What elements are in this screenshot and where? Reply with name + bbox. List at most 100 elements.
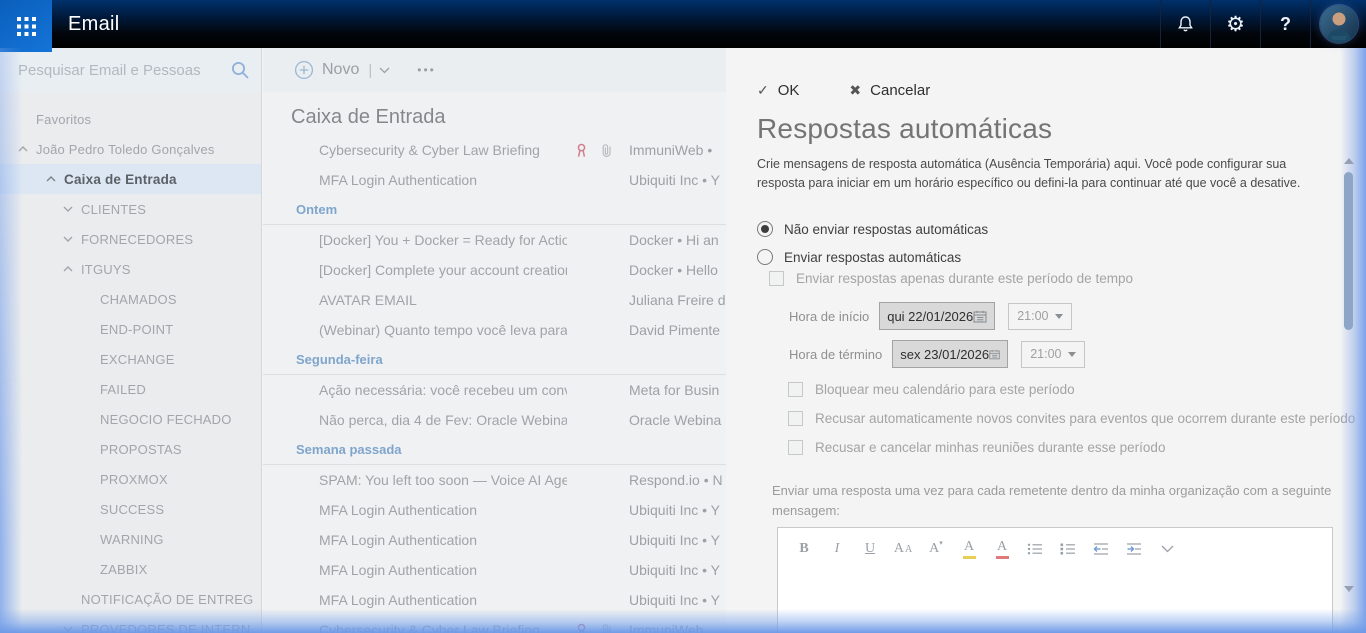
end-date-picker[interactable]: sex 23/01/2026 bbox=[892, 340, 1008, 368]
cancel-button[interactable]: ✖ Cancelar bbox=[849, 82, 930, 99]
folder-chevron-icon[interactable] bbox=[18, 146, 28, 152]
italic-button[interactable]: I bbox=[825, 537, 849, 561]
folder-item[interactable]: Caixa de Entrada bbox=[0, 164, 261, 194]
email-row[interactable]: (Webinar) Quanto tempo você leva para pe… bbox=[263, 315, 726, 345]
email-sender-preview: Ubiquiti Inc • Y bbox=[629, 562, 726, 578]
email-row[interactable]: MFA Login Authentication Ubiquiti Inc • … bbox=[263, 495, 726, 525]
folder-item[interactable]: PROPOSTAS bbox=[0, 434, 261, 464]
email-row[interactable]: Ação necessária: você recebeu um convite… bbox=[263, 375, 726, 405]
checkbox-decline-invites[interactable]: Recusar automaticamente novos convites p… bbox=[788, 411, 1366, 426]
folder-item[interactable]: SUCCESS bbox=[0, 494, 261, 524]
scroll-down-arrow[interactable] bbox=[1344, 586, 1354, 592]
email-row[interactable]: [Docker] Complete your account creation … bbox=[263, 255, 726, 285]
more-commands-button[interactable]: ••• bbox=[417, 63, 436, 77]
folder-item[interactable]: PROXMOX bbox=[0, 464, 261, 494]
highlight-button[interactable]: A bbox=[957, 537, 981, 561]
checkbox-send-period[interactable]: Enviar respostas apenas durante este per… bbox=[769, 271, 1366, 286]
folder-item[interactable]: CLIENTES bbox=[0, 194, 261, 224]
email-row[interactable]: SPAM: You left too soon — Voice AI Agent… bbox=[263, 465, 726, 495]
email-row[interactable]: Cybersecurity & Cyber Law Briefing Immun… bbox=[263, 615, 726, 633]
font-color-button[interactable]: A bbox=[990, 537, 1014, 561]
checkbox-decline-label: Recusar automaticamente novos convites p… bbox=[815, 411, 1355, 426]
start-time-dropdown[interactable]: 21:00 bbox=[1008, 303, 1072, 330]
checkbox-cancel-meetings[interactable]: Recusar e cancelar minhas reuniões duran… bbox=[788, 440, 1366, 455]
checkbox-icon[interactable] bbox=[788, 411, 803, 426]
checkbox-icon[interactable] bbox=[788, 382, 803, 397]
question-icon: ? bbox=[1280, 14, 1291, 35]
checkbox-icon[interactable] bbox=[769, 271, 784, 286]
radio-no-auto-replies[interactable]: Não enviar respostas automáticas bbox=[757, 221, 1366, 237]
scrollbar-thumb[interactable] bbox=[1344, 172, 1353, 330]
folder-chevron-icon[interactable] bbox=[63, 626, 73, 632]
bold-button[interactable]: B bbox=[792, 537, 816, 561]
start-date-picker[interactable]: qui 22/01/2026 bbox=[879, 302, 995, 330]
folder-item[interactable]: NEGOCIO FECHADO bbox=[0, 404, 261, 434]
folder-item[interactable]: ITGUYS bbox=[0, 254, 261, 284]
radio-selected-icon[interactable] bbox=[757, 221, 773, 237]
font-button[interactable]: AA bbox=[891, 537, 915, 561]
radio-unselected-icon[interactable] bbox=[757, 249, 773, 265]
folder-item[interactable]: EXCHANGE bbox=[0, 344, 261, 374]
new-message-button[interactable]: Novo bbox=[294, 60, 359, 80]
email-sender-preview: ImmuniWeb • bbox=[629, 142, 726, 158]
search-button[interactable] bbox=[229, 60, 251, 82]
bullets-button[interactable] bbox=[1023, 537, 1047, 561]
email-flags bbox=[567, 593, 629, 608]
email-row[interactable]: [Docker] You + Docker = Ready for Action… bbox=[263, 225, 726, 255]
email-row[interactable]: AVATAR EMAIL Juliana Freire d bbox=[263, 285, 726, 315]
date-group-header[interactable]: Ontem bbox=[263, 195, 726, 225]
help-button[interactable]: ? bbox=[1261, 0, 1310, 48]
email-flags bbox=[567, 533, 629, 548]
folder-item[interactable]: CHAMADOS bbox=[0, 284, 261, 314]
numbering-button[interactable] bbox=[1056, 537, 1080, 561]
folder-item[interactable]: FAILED bbox=[0, 374, 261, 404]
account-avatar-button[interactable] bbox=[1311, 0, 1366, 48]
indent-button[interactable] bbox=[1122, 537, 1146, 561]
email-subject: MFA Login Authentication bbox=[319, 532, 567, 548]
folder-item[interactable]: João Pedro Toledo Gonçalves bbox=[0, 134, 261, 164]
folder-chevron-icon[interactable] bbox=[63, 206, 73, 212]
folder-item[interactable]: NOTIFICAÇÃO DE ENTREG bbox=[0, 584, 261, 614]
folder-item[interactable]: ZABBIX bbox=[0, 554, 261, 584]
folder-chevron-icon[interactable] bbox=[63, 266, 73, 272]
gear-icon: ⚙ bbox=[1226, 12, 1245, 37]
app-title: Email bbox=[68, 0, 120, 48]
folder-chevron-icon[interactable] bbox=[63, 236, 73, 242]
reply-message-label: Enviar uma resposta uma vez para cada re… bbox=[772, 481, 1332, 521]
date-group-header[interactable]: Semana passada bbox=[263, 435, 726, 465]
email-row[interactable]: MFA Login Authentication Ubiquiti Inc • … bbox=[263, 525, 726, 555]
underline-button[interactable]: U bbox=[858, 537, 882, 561]
email-row[interactable]: MFA Login Authentication Ubiquiti Inc • … bbox=[263, 165, 726, 195]
email-row[interactable]: MFA Login Authentication Ubiquiti Inc • … bbox=[263, 555, 726, 585]
circle-plus-icon bbox=[294, 60, 314, 80]
search-input[interactable] bbox=[18, 48, 218, 92]
email-subject: AVATAR EMAIL bbox=[319, 292, 567, 308]
folder-item[interactable]: WARNING bbox=[0, 524, 261, 554]
folder-item[interactable]: END-POINT bbox=[0, 314, 261, 344]
outdent-button[interactable] bbox=[1089, 537, 1113, 561]
email-row[interactable]: Cybersecurity & Cyber Law Briefing Immun… bbox=[263, 135, 726, 165]
radio-send-auto-replies[interactable]: Enviar respostas automáticas bbox=[757, 249, 1366, 265]
scroll-up-arrow[interactable] bbox=[1344, 158, 1354, 164]
folder-item[interactable]: FORNECEDORES bbox=[0, 224, 261, 254]
date-group-header[interactable]: Segunda-feira bbox=[263, 345, 726, 375]
notifications-button[interactable] bbox=[1161, 0, 1210, 48]
settings-button[interactable]: ⚙ bbox=[1211, 0, 1260, 48]
email-subject: MFA Login Authentication bbox=[319, 502, 567, 518]
more-button[interactable] bbox=[1155, 537, 1179, 561]
new-dropdown-chevron[interactable] bbox=[379, 67, 390, 74]
end-time-row: Hora de término sex 23/01/2026 21:00 bbox=[789, 340, 1366, 368]
folder-item[interactable]: Favoritos bbox=[0, 104, 261, 134]
app-launcher-button[interactable] bbox=[0, 0, 52, 52]
reply-message-editor[interactable]: BIU AA A▾ AA bbox=[777, 527, 1333, 633]
calendar-icon bbox=[973, 310, 987, 323]
ok-button[interactable]: ✓ OK bbox=[757, 82, 799, 99]
email-row[interactable]: Não perca, dia 4 de Fev: Oracle Webinar … bbox=[263, 405, 726, 435]
font-size-button[interactable]: A▾ bbox=[924, 537, 948, 561]
email-row[interactable]: MFA Login Authentication Ubiquiti Inc • … bbox=[263, 585, 726, 615]
checkbox-block-calendar[interactable]: Bloquear meu calendário para este períod… bbox=[788, 382, 1366, 397]
end-time-dropdown[interactable]: 21:00 bbox=[1021, 341, 1085, 368]
checkbox-icon[interactable] bbox=[788, 440, 803, 455]
folder-item[interactable]: PROVEDORES DE INTERN bbox=[0, 614, 261, 633]
folder-chevron-icon[interactable] bbox=[46, 176, 56, 182]
